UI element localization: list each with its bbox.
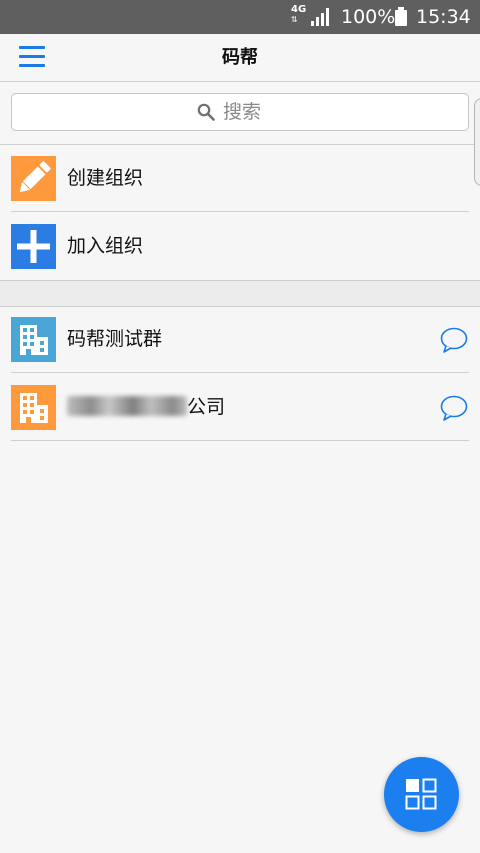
apps-fab-button[interactable]: [384, 757, 459, 832]
organization-item[interactable]: 码帮测试群: [0, 306, 480, 373]
create-organization-label: 创建组织: [67, 167, 144, 189]
join-organization-label: 加入组织: [67, 235, 144, 257]
search-box[interactable]: [11, 93, 469, 131]
create-organization-item[interactable]: 创建组织: [0, 145, 480, 212]
redacted-text: [67, 395, 187, 416]
section-separator: [0, 280, 480, 307]
menu-icon-line: [19, 55, 45, 58]
grid-icon: [405, 778, 437, 810]
status-bar: 4G ⇅ 100% 15:34: [0, 0, 480, 34]
search-input[interactable]: [223, 101, 283, 123]
chat-bubble-icon[interactable]: [440, 395, 468, 421]
chat-bubble-icon[interactable]: [440, 327, 468, 353]
network-indicator: 4G ⇅: [291, 4, 307, 25]
battery-percent: 100%: [341, 6, 396, 28]
building-icon: [11, 385, 56, 430]
battery-icon: [395, 7, 407, 26]
pencil-icon: [11, 156, 56, 201]
clock: 15:34: [416, 6, 471, 28]
menu-icon-line: [19, 46, 45, 49]
organization-name-suffix: 公司: [187, 396, 226, 418]
search-icon: [197, 103, 215, 121]
signal-icon: [311, 8, 329, 26]
organization-name: 码帮测试群: [67, 328, 163, 350]
join-organization-item[interactable]: 加入组织: [0, 213, 480, 280]
menu-icon-line: [19, 64, 45, 67]
divider: [11, 211, 469, 212]
organization-item[interactable]: 公司: [0, 374, 480, 441]
organization-name: 公司: [67, 374, 225, 441]
page-title: 码帮: [222, 47, 258, 68]
divider: [11, 440, 469, 441]
data-arrows-icon: ⇅: [291, 15, 298, 24]
divider: [11, 372, 469, 373]
plus-icon: [11, 224, 56, 269]
menu-button[interactable]: [19, 46, 45, 68]
building-icon: [11, 317, 56, 362]
search-section: [0, 82, 480, 145]
app-bar: 码帮: [0, 34, 480, 82]
network-type: 4G: [291, 4, 307, 15]
